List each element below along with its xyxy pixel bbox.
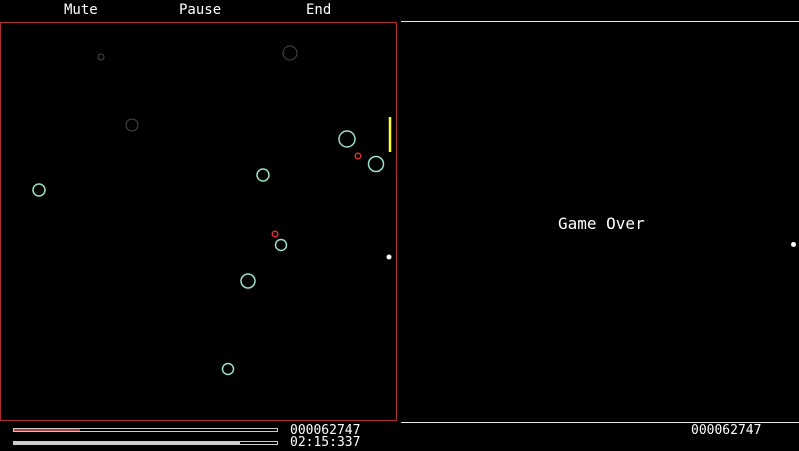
bullet xyxy=(386,254,392,260)
enemy xyxy=(354,152,362,160)
asteroid xyxy=(221,362,235,376)
asteroid xyxy=(256,168,270,182)
faded-asteroid xyxy=(97,53,105,61)
right-bullet xyxy=(791,242,796,247)
asteroid xyxy=(32,183,46,197)
health-bar xyxy=(13,428,278,432)
energy-bar xyxy=(13,441,278,445)
asteroid xyxy=(274,238,288,252)
right-score-readout: 000062747 xyxy=(691,423,762,438)
faded-asteroid xyxy=(282,45,298,61)
asteroid xyxy=(338,130,356,148)
play-field[interactable] xyxy=(0,22,397,421)
enemy xyxy=(271,230,279,238)
mute-button[interactable]: Mute xyxy=(64,2,98,18)
faded-asteroid xyxy=(125,118,139,132)
pause-button[interactable]: Pause xyxy=(179,2,221,18)
end-button[interactable]: End xyxy=(306,2,331,18)
time-readout: 02:15:337 xyxy=(290,435,361,450)
asteroid xyxy=(240,273,256,289)
asteroid xyxy=(367,155,385,173)
play-field-canvas xyxy=(32,45,392,376)
game-over-message: Game Over xyxy=(558,214,645,233)
health-bar-fill xyxy=(14,429,80,431)
energy-bar-fill xyxy=(14,442,241,444)
